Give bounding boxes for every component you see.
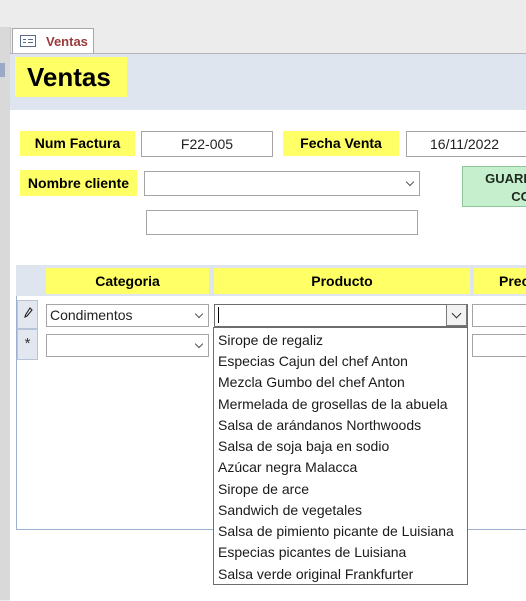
guardar-button-line2: CO [511,189,526,204]
chevron-down-icon[interactable] [401,172,419,195]
new-record-icon: * [24,335,31,352]
record-selector-current[interactable] [17,300,38,329]
column-header-producto: Producto [214,268,470,294]
list-item[interactable]: Mermelada de grosellas de la abuela [218,395,448,413]
column-header-categoria: Categoria [46,268,209,294]
list-item[interactable]: Sirope de arce [218,480,309,498]
nombre-cliente-label: Nombre cliente [20,170,137,196]
categoria-combo-row2[interactable] [46,334,209,357]
categoria-combo-row1[interactable]: Condimentos [46,304,209,327]
list-item[interactable]: Especias Cajun del chef Anton [218,352,408,370]
form-icon [20,35,36,47]
producto-dropdown-list[interactable]: Sirope de regaliz Especias Cajun del che… [213,327,468,585]
guardar-button-line1: GUARD [485,171,526,186]
pane-handle[interactable] [0,63,5,77]
fecha-venta-label: Fecha Venta [283,131,399,156]
fecha-venta-field[interactable]: 16/11/2022 [406,131,526,157]
guardar-button[interactable]: GUARD CO [462,166,526,207]
record-selector-new[interactable]: * [17,329,38,360]
cliente-detail-field[interactable] [146,210,418,235]
list-item[interactable]: Sandwich de vegetales [218,501,362,519]
chevron-down-icon[interactable] [190,305,208,326]
list-item[interactable]: Salsa de pimiento picante de Luisiana [218,522,454,540]
list-item[interactable]: Salsa de arándanos Northwoods [218,416,421,434]
tab-label: Ventas [46,34,88,49]
precio-field-row1[interactable] [472,304,526,327]
chevron-down-icon [451,308,462,319]
top-bar [0,0,526,27]
categoria-value-row1: Condimentos [50,307,133,323]
chevron-down-icon[interactable] [190,335,208,356]
list-item[interactable]: Mezcla Gumbo del chef Anton [218,373,405,391]
pencil-icon [23,307,33,319]
list-item[interactable]: Sirope de regaliz [218,331,323,349]
nombre-cliente-combo[interactable] [144,171,420,196]
column-header-precio: Prec [474,268,526,294]
producto-value-row1 [218,307,219,323]
list-item[interactable]: Salsa verde original Frankfurter [218,565,413,583]
form-title: Ventas [15,57,127,97]
list-item[interactable]: Azúcar negra Malacca [218,458,357,476]
num-factura-field[interactable]: F22-005 [141,131,273,157]
precio-field-row2[interactable] [472,334,526,357]
num-factura-label: Num Factura [20,131,135,156]
document-tab-ventas[interactable]: Ventas [12,28,94,53]
list-item[interactable]: Especias picantes de Luisiana [218,543,406,561]
list-item[interactable]: Salsa de soja baja en sodio [218,437,389,455]
producto-combo-row1[interactable] [214,304,468,327]
producto-dropdown-button[interactable] [446,304,467,326]
